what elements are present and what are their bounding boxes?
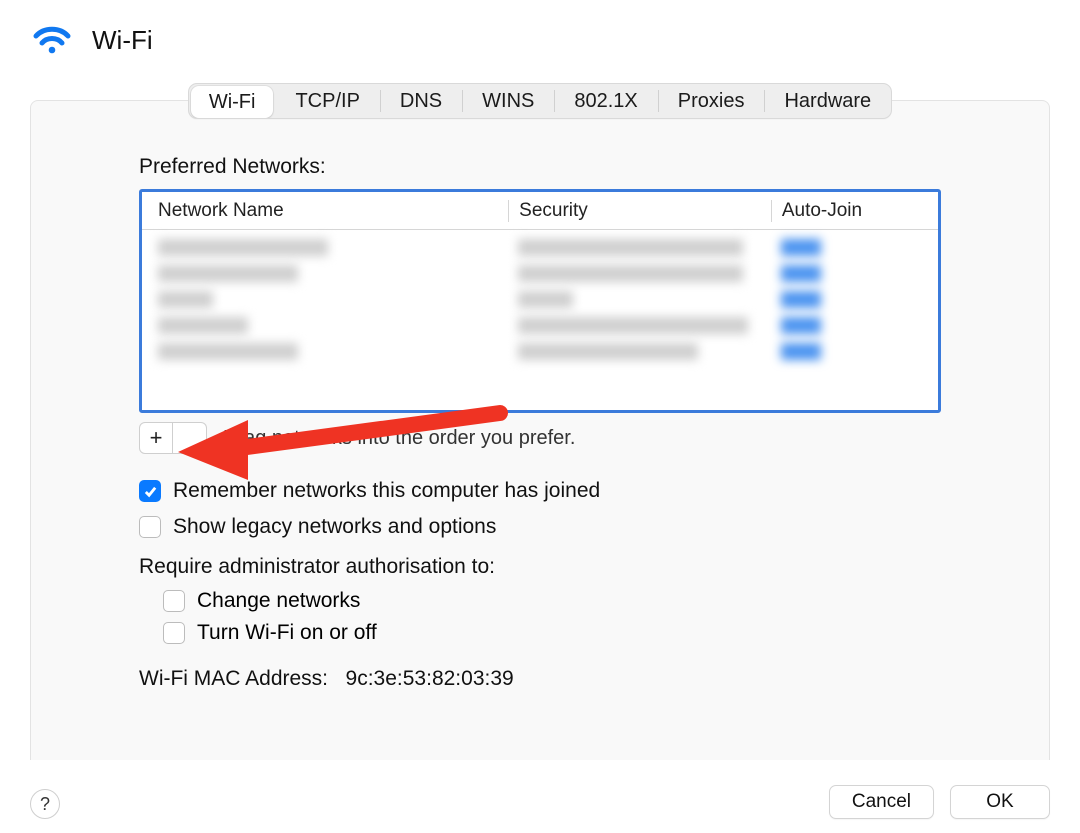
tab-wi-fi[interactable]: Wi-Fi [191, 86, 274, 118]
cancel-button[interactable]: Cancel [829, 785, 934, 819]
remember-networks-checkbox[interactable] [139, 480, 161, 502]
preferred-networks-table[interactable]: Network Name Security Auto-Join [139, 189, 941, 413]
wifi-icon [30, 18, 74, 62]
table-header: Network Name Security Auto-Join [142, 192, 938, 230]
column-auto-join[interactable]: Auto-Join [771, 200, 938, 222]
mac-address-label: Wi-Fi MAC Address: [139, 667, 328, 690]
ok-button-label: OK [986, 791, 1013, 813]
column-security[interactable]: Security [508, 200, 771, 222]
table-row[interactable] [142, 234, 938, 260]
table-row[interactable] [142, 312, 938, 338]
change-networks-checkbox[interactable] [163, 590, 185, 612]
mac-address-row: Wi-Fi MAC Address: 9c:3e:53:82:03:39 [139, 667, 941, 691]
plus-icon: + [150, 427, 163, 449]
table-body [142, 230, 938, 364]
table-row[interactable] [142, 260, 938, 286]
page-title: Wi-Fi [92, 25, 153, 56]
table-row[interactable] [142, 286, 938, 312]
drag-hint: Drag networks into the order you prefer. [223, 427, 575, 450]
tab-dns[interactable]: DNS [380, 84, 462, 118]
add-network-button[interactable]: + [139, 422, 173, 454]
tab-bar: Wi-FiTCP/IPDNSWINS802.1XProxiesHardware [188, 83, 892, 119]
toggle-wifi-checkbox[interactable] [163, 622, 185, 644]
table-row[interactable] [142, 338, 938, 364]
show-legacy-checkbox[interactable] [139, 516, 161, 538]
preferred-networks-label: Preferred Networks: [139, 155, 941, 179]
help-icon: ? [40, 794, 50, 815]
column-network-name[interactable]: Network Name [142, 200, 508, 222]
show-legacy-label: Show legacy networks and options [173, 515, 496, 539]
tab-hardware[interactable]: Hardware [764, 84, 891, 118]
tab-tcp-ip[interactable]: TCP/IP [275, 84, 379, 118]
require-admin-label: Require administrator authorisation to: [139, 555, 941, 579]
tab-wins[interactable]: WINS [462, 84, 554, 118]
settings-panel: Wi-FiTCP/IPDNSWINS802.1XProxiesHardware … [30, 100, 1050, 760]
title-bar: Wi-Fi [0, 0, 1080, 76]
tab-802-1x[interactable]: 802.1X [554, 84, 657, 118]
tab-proxies[interactable]: Proxies [658, 84, 765, 118]
cancel-button-label: Cancel [852, 791, 911, 813]
remember-networks-label: Remember networks this computer has join… [173, 479, 600, 503]
help-button[interactable]: ? [30, 789, 60, 819]
wifi-settings-window: Wi-Fi Wi-FiTCP/IPDNSWINS802.1XProxiesHar… [0, 0, 1080, 833]
ok-button[interactable]: OK [950, 785, 1050, 819]
toggle-wifi-label: Turn Wi-Fi on or off [197, 621, 377, 645]
remove-network-button[interactable]: − [173, 422, 207, 454]
mac-address-value: 9c:3e:53:82:03:39 [346, 667, 514, 690]
change-networks-label: Change networks [197, 589, 360, 613]
